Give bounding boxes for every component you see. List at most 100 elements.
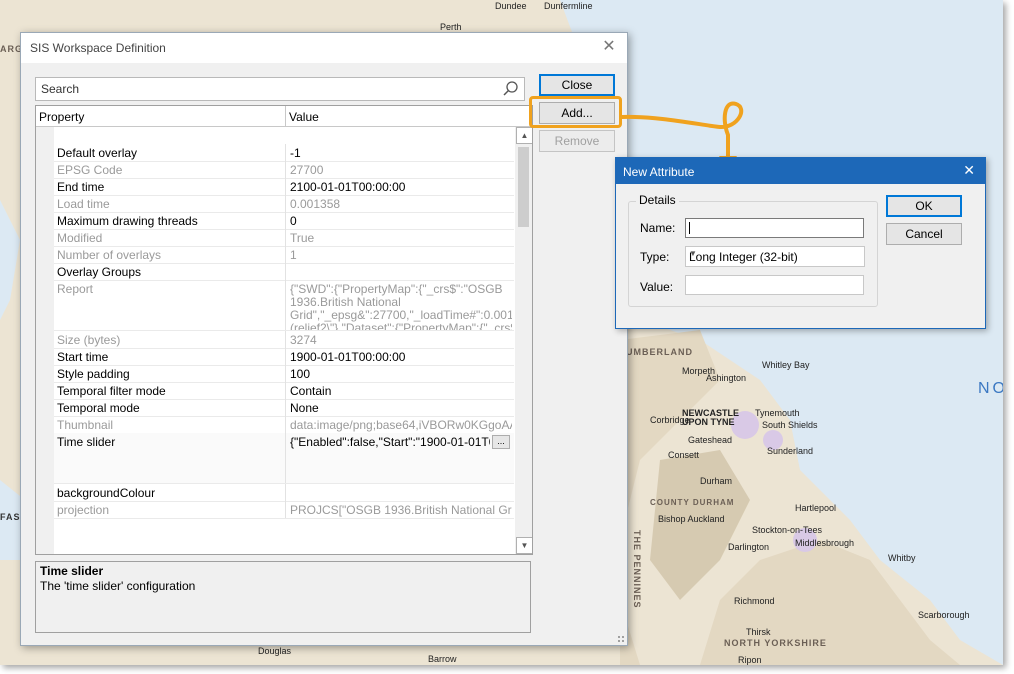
type-label: Type: <box>640 250 670 264</box>
map-label: Whitby <box>888 553 916 563</box>
property-value: PROJCS["OSGB 1936.British National Grid"… <box>290 503 512 517</box>
property-value[interactable]: -1 <box>290 146 512 160</box>
table-row[interactable]: Temporal mode None <box>54 399 514 417</box>
property-name: Number of overlays <box>57 248 162 262</box>
property-value: 1 <box>290 248 297 262</box>
table-row[interactable]: Load time 0.001358 <box>54 195 514 213</box>
search-input[interactable]: Search <box>35 77 525 101</box>
property-name: Temporal filter mode <box>57 384 166 398</box>
property-name: Time slider <box>57 435 116 449</box>
property-name: EPSG Code <box>57 163 123 177</box>
property-name: Overlay Groups <box>57 265 142 279</box>
map-sea-label: NO <box>978 380 1003 397</box>
table-row[interactable]: Number of overlays 1 <box>54 246 514 264</box>
property-name: Thumbnail <box>57 418 114 432</box>
resize-grip-icon[interactable] <box>617 635 625 643</box>
property-name: Maximum drawing threads <box>57 214 198 228</box>
property-value-line: (relief2\"},"Dataset":{"PropertyMap":{"_… <box>290 321 512 330</box>
property-value-line: 1936.British National <box>290 295 401 309</box>
close-button[interactable]: Close <box>539 74 615 96</box>
property-name: Default overlay <box>57 146 138 160</box>
type-select[interactable]: Long Integer (32-bit) ▼ <box>685 246 865 267</box>
scroll-thumb[interactable] <box>518 147 529 227</box>
property-value: {"SWD":{"PropertyMap":{"_crs$":"OSGB <box>290 282 503 296</box>
grid-gutter <box>36 127 54 554</box>
property-value[interactable]: Contain <box>290 384 512 398</box>
property-value[interactable]: None <box>290 401 512 415</box>
table-row[interactable]: Report {"SWD":{"PropertyMap":{"_crs$":"O… <box>54 280 514 331</box>
description-panel: Time slider The 'time slider' configurat… <box>35 561 531 633</box>
table-row[interactable]: EPSG Code 27700 <box>54 161 514 179</box>
map-region-label: NORTH YORKSHIRE <box>724 638 827 648</box>
map-region-label: COUNTY DURHAM <box>650 498 735 507</box>
map-label: Morpeth <box>682 366 716 376</box>
table-row[interactable]: Temporal filter mode Contain <box>54 382 514 400</box>
property-name: End time <box>57 180 105 194</box>
property-value[interactable]: 1900-01-01T00:00:00 <box>290 350 512 364</box>
map-label: Darlington <box>728 542 770 552</box>
map-label: UPON TYNE <box>682 417 735 427</box>
close-icon[interactable]: ✕ <box>963 162 975 179</box>
table-row[interactable]: Start time 1900-01-01T00:00:00 <box>54 348 514 366</box>
table-row[interactable]: Maximum drawing threads 0 <box>54 212 514 230</box>
table-row[interactable]: Overlay Groups <box>54 263 514 281</box>
text-caret <box>689 222 690 234</box>
add-button-highlight <box>529 96 622 128</box>
property-value-line: Grid","_epsg&":27700,"_loadTime#":0.0013… <box>290 308 512 322</box>
value-column-header[interactable]: Value <box>289 110 319 124</box>
table-row[interactable]: Default overlay -1 <box>54 144 514 162</box>
name-field[interactable] <box>685 218 864 238</box>
dialog-titlebar[interactable]: SIS Workspace Definition ✕ <box>21 33 627 63</box>
name-label: Name: <box>640 221 676 235</box>
close-icon[interactable]: ✕ <box>599 37 619 57</box>
property-value: data:image/png;base64,iVBORw0KGgoAAA... <box>290 418 512 432</box>
property-name: backgroundColour <box>57 486 156 500</box>
property-value: 27700 <box>290 163 324 177</box>
ok-button[interactable]: OK <box>886 195 962 217</box>
map-label: Douglas <box>258 646 292 656</box>
property-name: Temporal mode <box>57 401 140 415</box>
table-row[interactable]: Size (bytes) 3274 <box>54 331 514 349</box>
column-separator[interactable] <box>285 106 286 126</box>
map-label: Thirsk <box>746 627 771 637</box>
property-value[interactable]: 2100-01-01T00:00:00 <box>290 180 512 194</box>
table-row[interactable]: Style padding 100 <box>54 365 514 383</box>
map-label: Barrow <box>428 654 457 664</box>
property-value[interactable]: 100 <box>290 367 512 381</box>
property-column-header[interactable]: Property <box>39 110 84 124</box>
dialog-titlebar[interactable]: New Attribute ✕ <box>616 158 985 184</box>
search-placeholder: Search <box>41 82 80 96</box>
property-grid[interactable]: Property Value Default overlay -1 EPSG C… <box>35 105 533 555</box>
property-value[interactable]: {"Enabled":false,"Start":"1900-01-01T00.… <box>290 435 490 449</box>
property-name: Report <box>57 282 94 296</box>
map-label: Scarborough <box>918 610 970 620</box>
map-label: Whitley Bay <box>762 360 810 370</box>
grid-body: Default overlay -1 EPSG Code 27700 End t… <box>36 127 514 554</box>
scroll-up-icon[interactable]: ▲ <box>516 127 532 144</box>
edit-ellipsis-button[interactable]: ... <box>492 435 510 449</box>
property-name: Load time <box>57 197 110 211</box>
remove-button[interactable]: Remove <box>539 130 615 152</box>
grid-header: Property Value <box>36 106 532 127</box>
table-row[interactable]: End time 2100-01-01T00:00:00 <box>54 178 514 196</box>
search-icon[interactable] <box>502 80 520 98</box>
cancel-button[interactable]: Cancel <box>886 223 962 245</box>
table-row-selected[interactable]: Time slider {"Enabled":false,"Start":"19… <box>54 433 514 484</box>
table-row[interactable]: projection PROJCS["OSGB 1936.British Nat… <box>54 501 514 519</box>
map-label: Dundee <box>495 1 527 11</box>
vertical-scrollbar[interactable]: ▲ ▼ <box>515 127 532 554</box>
property-value[interactable]: 0 <box>290 214 512 228</box>
table-row[interactable]: backgroundColour <box>54 484 514 502</box>
chevron-down-icon[interactable]: ▼ <box>689 249 858 258</box>
map-label: Durham <box>700 476 733 486</box>
map-label: Middlesbrough <box>795 538 855 548</box>
table-row[interactable]: Thumbnail data:image/png;base64,iVBORw0K… <box>54 416 514 434</box>
dialog-title: New Attribute <box>623 165 695 179</box>
table-row[interactable]: Modified True <box>54 229 514 247</box>
scroll-down-icon[interactable]: ▼ <box>516 537 532 554</box>
new-attribute-dialog: New Attribute ✕ Details Name: Type: Long… <box>615 157 986 329</box>
description-title: Time slider <box>40 564 104 578</box>
details-group-label: Details <box>636 193 679 207</box>
map-label: Gateshead <box>688 435 733 445</box>
value-field[interactable] <box>685 275 864 295</box>
